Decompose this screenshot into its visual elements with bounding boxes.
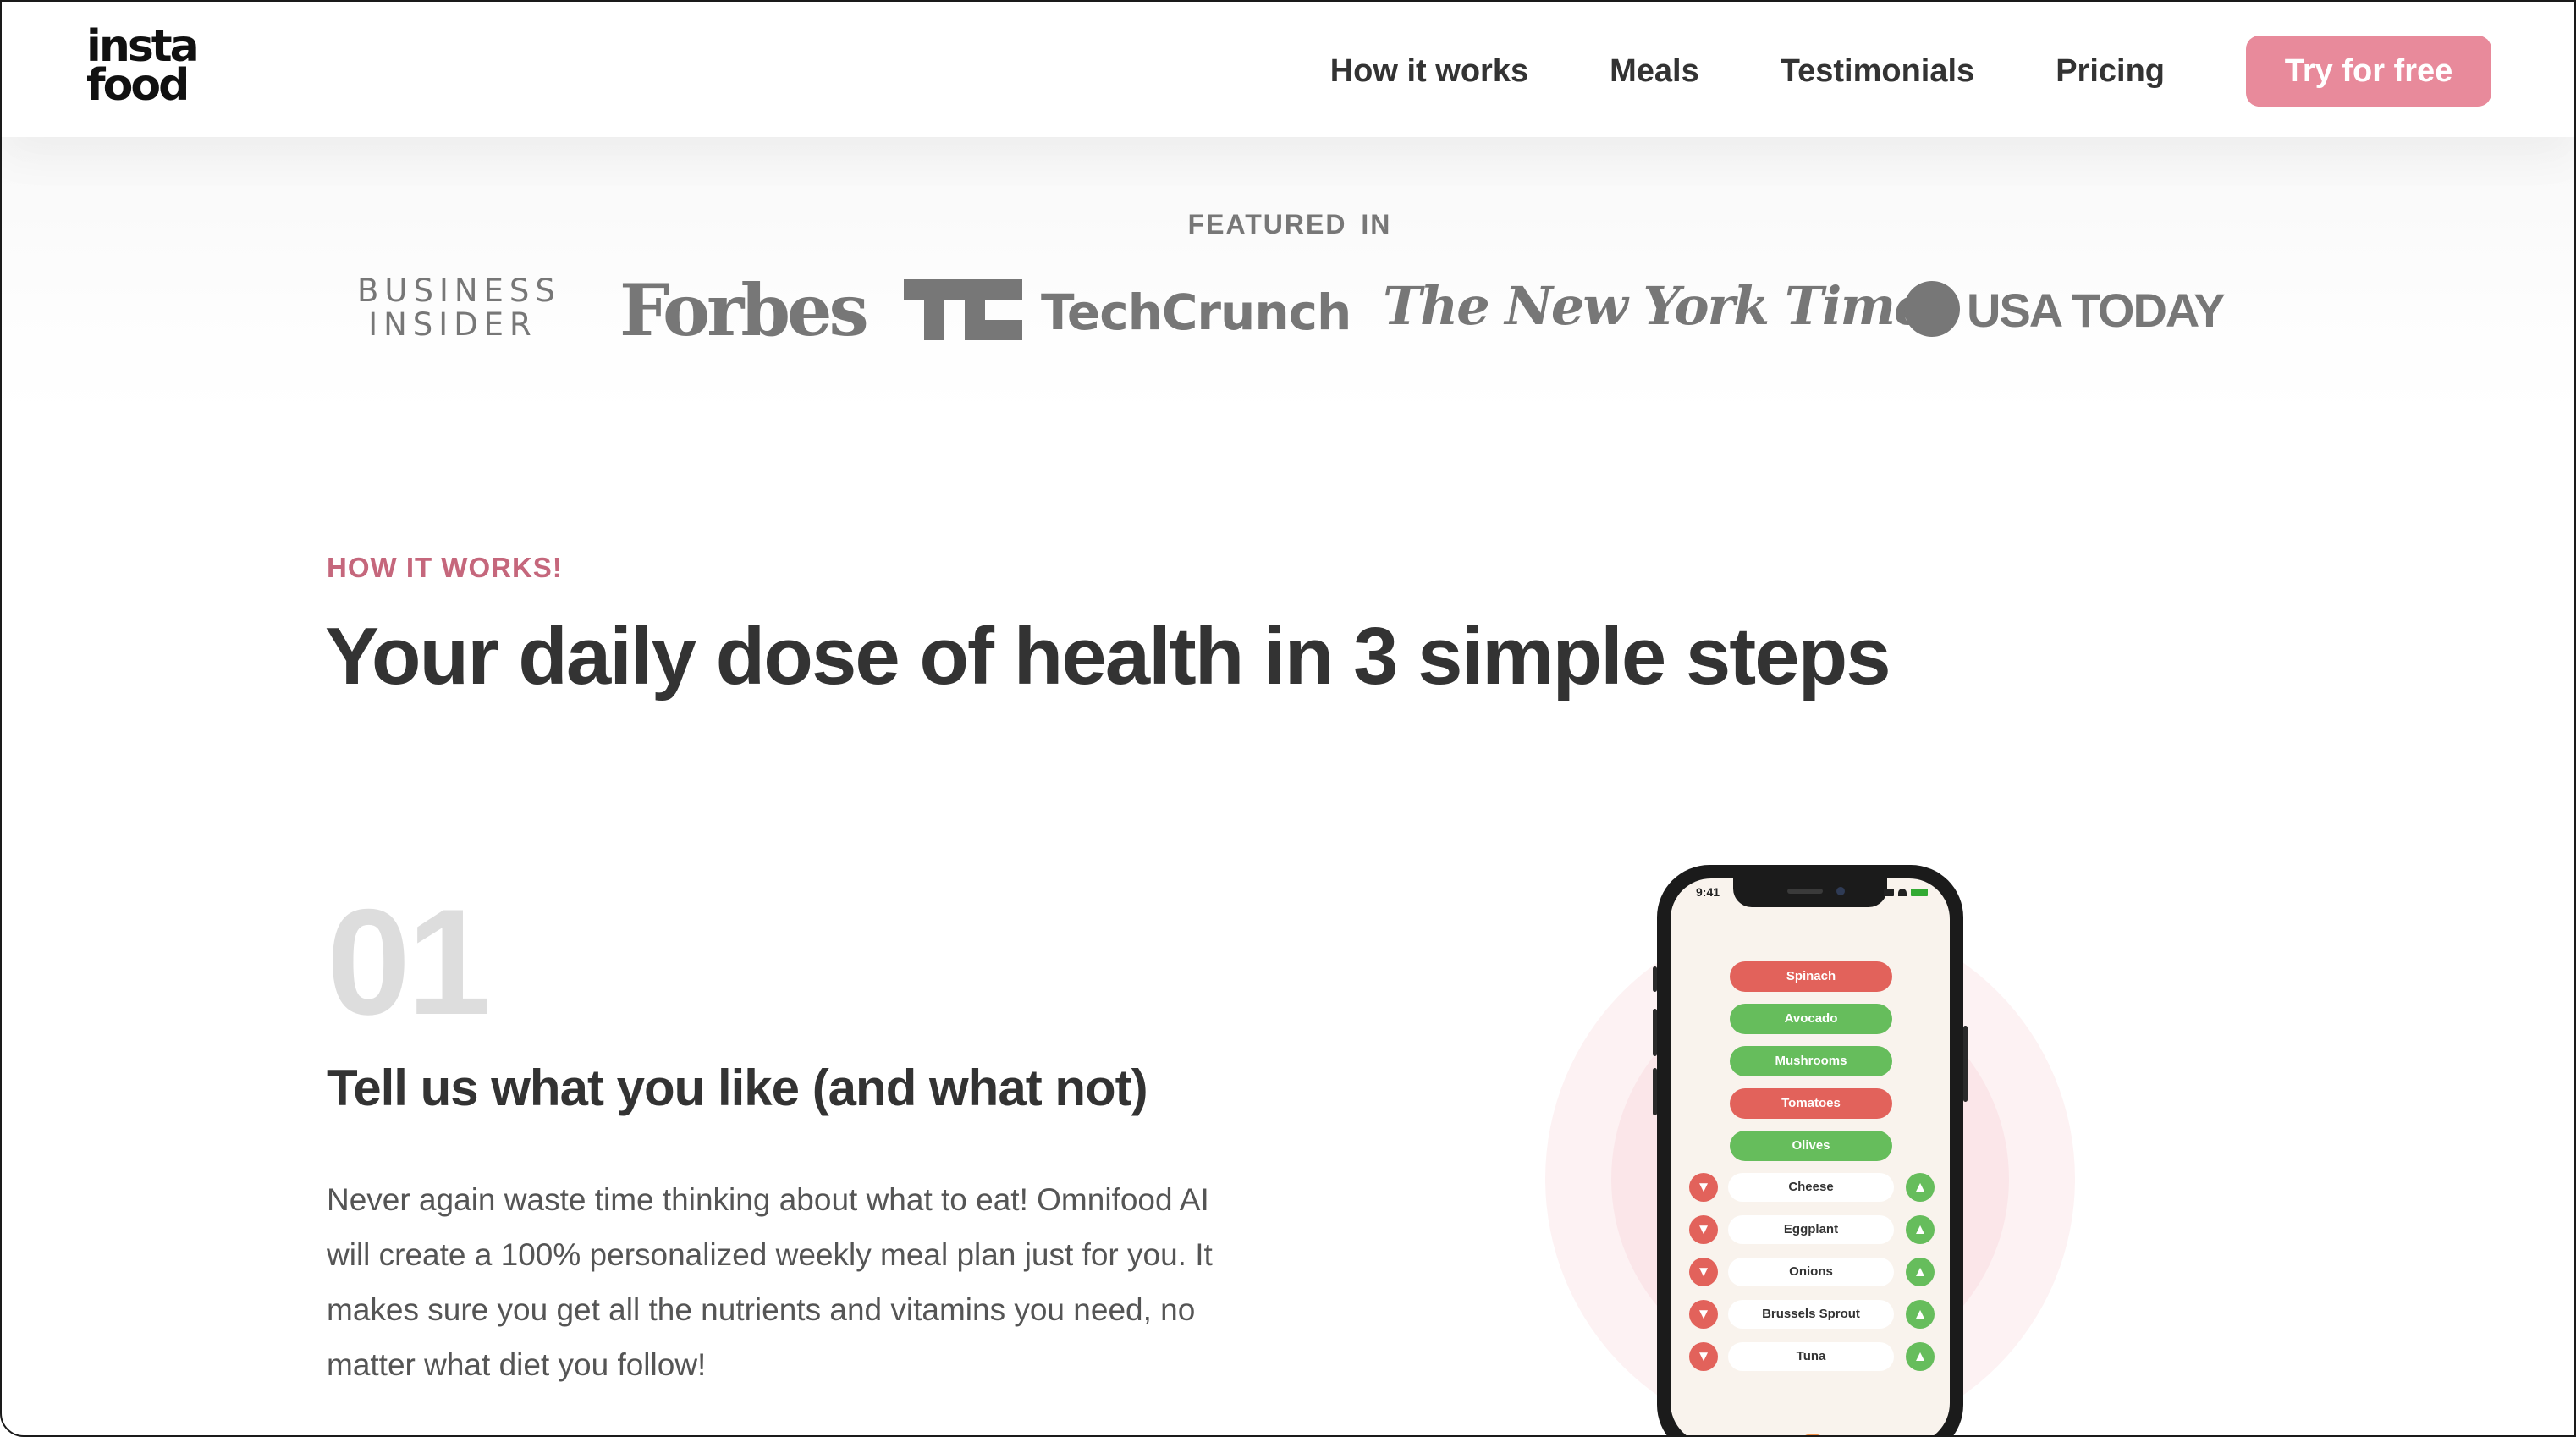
step-number: 01 [327, 878, 491, 1046]
how-it-works-heading: Your daily dose of health in 3 simple st… [325, 611, 1891, 702]
business-insider-line-1: BUSINESS [357, 273, 561, 309]
how-it-works-subheading: HOW IT WORKS! [327, 552, 563, 583]
food-row: ▼ Tuna ▲ [1689, 1341, 1935, 1371]
nav-link-pricing[interactable]: Pricing [2056, 36, 2165, 106]
thumbs-up-icon[interactable]: ▲ [1906, 1342, 1935, 1371]
signal-icon [1884, 889, 1894, 896]
page: insta food How it works Meals Testimonia… [0, 0, 2576, 1437]
food-row: ▼ Onions ▲ [1689, 1256, 1935, 1286]
camera-icon [1836, 887, 1845, 895]
nav-link-meals[interactable]: Meals [1610, 36, 1699, 106]
thumbs-up-icon[interactable]: ▲ [1906, 1258, 1935, 1286]
thumbs-down-icon[interactable]: ▼ [1689, 1215, 1718, 1244]
thumbs-up-icon[interactable]: ▲ [1906, 1173, 1935, 1202]
food-label-eggplant: Eggplant [1728, 1215, 1894, 1244]
thumbs-down-icon[interactable]: ▼ [1689, 1300, 1718, 1329]
phone-notch [1733, 878, 1887, 907]
thumbs-down-icon[interactable]: ▼ [1689, 1173, 1718, 1202]
food-row: ▼ Cheese ▲ [1689, 1171, 1935, 1202]
pill-tomatoes[interactable]: Tomatoes [1730, 1088, 1892, 1119]
new-york-times-logo: The New York Times [1383, 275, 1955, 337]
featured-logos: BUSINESS INSIDER Forbes TechCrunch The N… [2, 256, 2574, 357]
pill-olives[interactable]: Olives [1730, 1131, 1892, 1161]
try-for-free-button[interactable]: Try for free [2246, 36, 2491, 107]
food-label-brussels-sprout: Brussels Sprout [1728, 1300, 1894, 1329]
food-row: ▼ Brussels Sprout ▲ [1689, 1298, 1935, 1329]
phone-power-button [1963, 1026, 1968, 1102]
techcrunch-wordmark: TechCrunch [1041, 284, 1351, 341]
status-time: 9:41 [1696, 885, 1720, 899]
wifi-icon [1898, 889, 1907, 896]
status-icons [1884, 889, 1928, 896]
featured-title: FEATURED IN [1187, 209, 1392, 240]
phone-volume-up [1653, 1009, 1657, 1056]
instafood-logo[interactable]: insta food [86, 25, 200, 111]
thumbs-down-icon[interactable]: ▼ [1689, 1342, 1718, 1371]
phone-mockup: 9:41 Spinach Avocado Mushrooms Tomatoes … [1653, 865, 1968, 1435]
food-label-onions: Onions [1728, 1258, 1894, 1286]
pill-spinach[interactable]: Spinach [1730, 961, 1892, 992]
pill-avocado[interactable]: Avocado [1730, 1004, 1892, 1034]
thumbs-up-icon[interactable]: ▲ [1906, 1215, 1935, 1244]
business-insider-line-2: INSIDER [368, 306, 537, 343]
business-insider-logo: BUSINESS INSIDER [357, 273, 561, 343]
nav-link-testimonials[interactable]: Testimonials [1781, 36, 1974, 106]
logo-line-2: food [86, 60, 190, 111]
battery-icon [1911, 889, 1928, 896]
tabbar-home-icon[interactable] [1796, 1434, 1830, 1435]
step-title: Tell us what you like (and what not) [327, 1060, 1148, 1116]
usa-today-wordmark: USA TODAY [1967, 284, 2226, 337]
usa-today-dot-icon [1904, 281, 1960, 337]
techcrunch-mark-icon [904, 279, 1022, 340]
thumbs-down-icon[interactable]: ▼ [1689, 1258, 1718, 1286]
speaker-icon [1787, 889, 1823, 894]
nav-link-how-it-works[interactable]: How it works [1330, 36, 1528, 106]
food-label-cheese: Cheese [1728, 1173, 1894, 1202]
food-row: ▼ Eggplant ▲ [1689, 1214, 1935, 1244]
pill-mushrooms[interactable]: Mushrooms [1730, 1046, 1892, 1076]
main-nav: How it works Meals Testimonials Pricing … [1330, 36, 2491, 107]
thumbs-up-icon[interactable]: ▲ [1906, 1300, 1935, 1329]
forbes-logo: Forbes [619, 268, 869, 352]
phone-screen: 9:41 Spinach Avocado Mushrooms Tomatoes … [1671, 878, 1950, 1435]
site-header: insta food How it works Meals Testimonia… [2, 2, 2574, 137]
phone-volume-down [1653, 1068, 1657, 1115]
food-label-tuna: Tuna [1728, 1342, 1894, 1371]
phone-silent-switch [1653, 966, 1657, 992]
step-description: Never again waste time thinking about wh… [327, 1182, 1213, 1382]
